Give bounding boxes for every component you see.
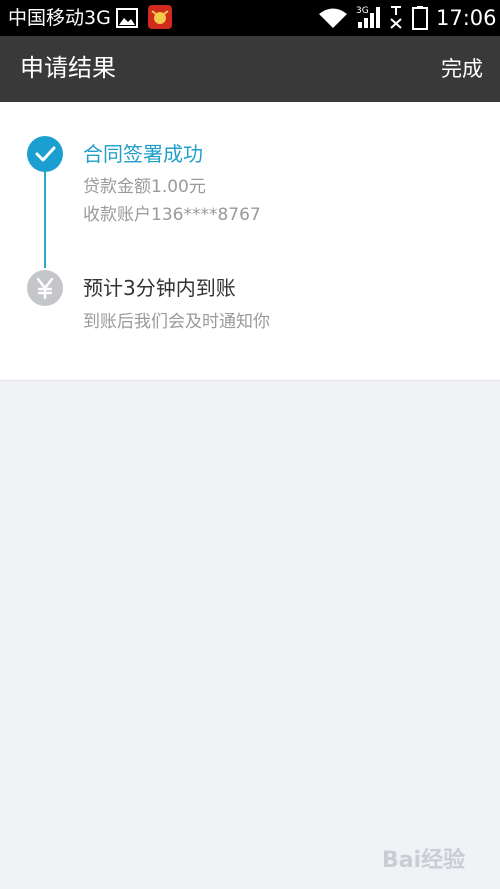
check-icon [27,136,63,172]
status-bar: 中国移动3G 3G 17:06 [0,0,500,36]
carrier-label: 中国移动3G [8,7,111,29]
result-card: 合同签署成功 贷款金额1.00元 收款账户136****8767 预计3分钟内到… [0,102,500,381]
yuan-icon [27,270,63,306]
page-title: 申请结果 [20,54,116,82]
done-button[interactable]: 完成 [441,53,483,85]
loan-amount-text: 贷款金额1.00元 [83,177,206,197]
no-sim-icon [390,6,402,29]
gallery-icon [116,8,138,28]
step-1-title: 合同签署成功 [83,142,203,166]
app-bar: 申请结果 完成 [0,36,500,102]
step-2-title: 预计3分钟内到账 [83,276,236,300]
battery-icon [412,6,428,30]
baidu-watermark: Bai经验 [382,848,466,873]
wifi-icon [319,8,347,28]
signal-icon: 3G [356,6,380,28]
receiving-account-text: 收款账户136****8767 [83,205,261,225]
clock-label: 17:06 [436,6,497,30]
notify-text: 到账后我们会及时通知你 [83,312,270,332]
network-label: 3G [356,6,369,16]
app-icon [148,5,172,29]
